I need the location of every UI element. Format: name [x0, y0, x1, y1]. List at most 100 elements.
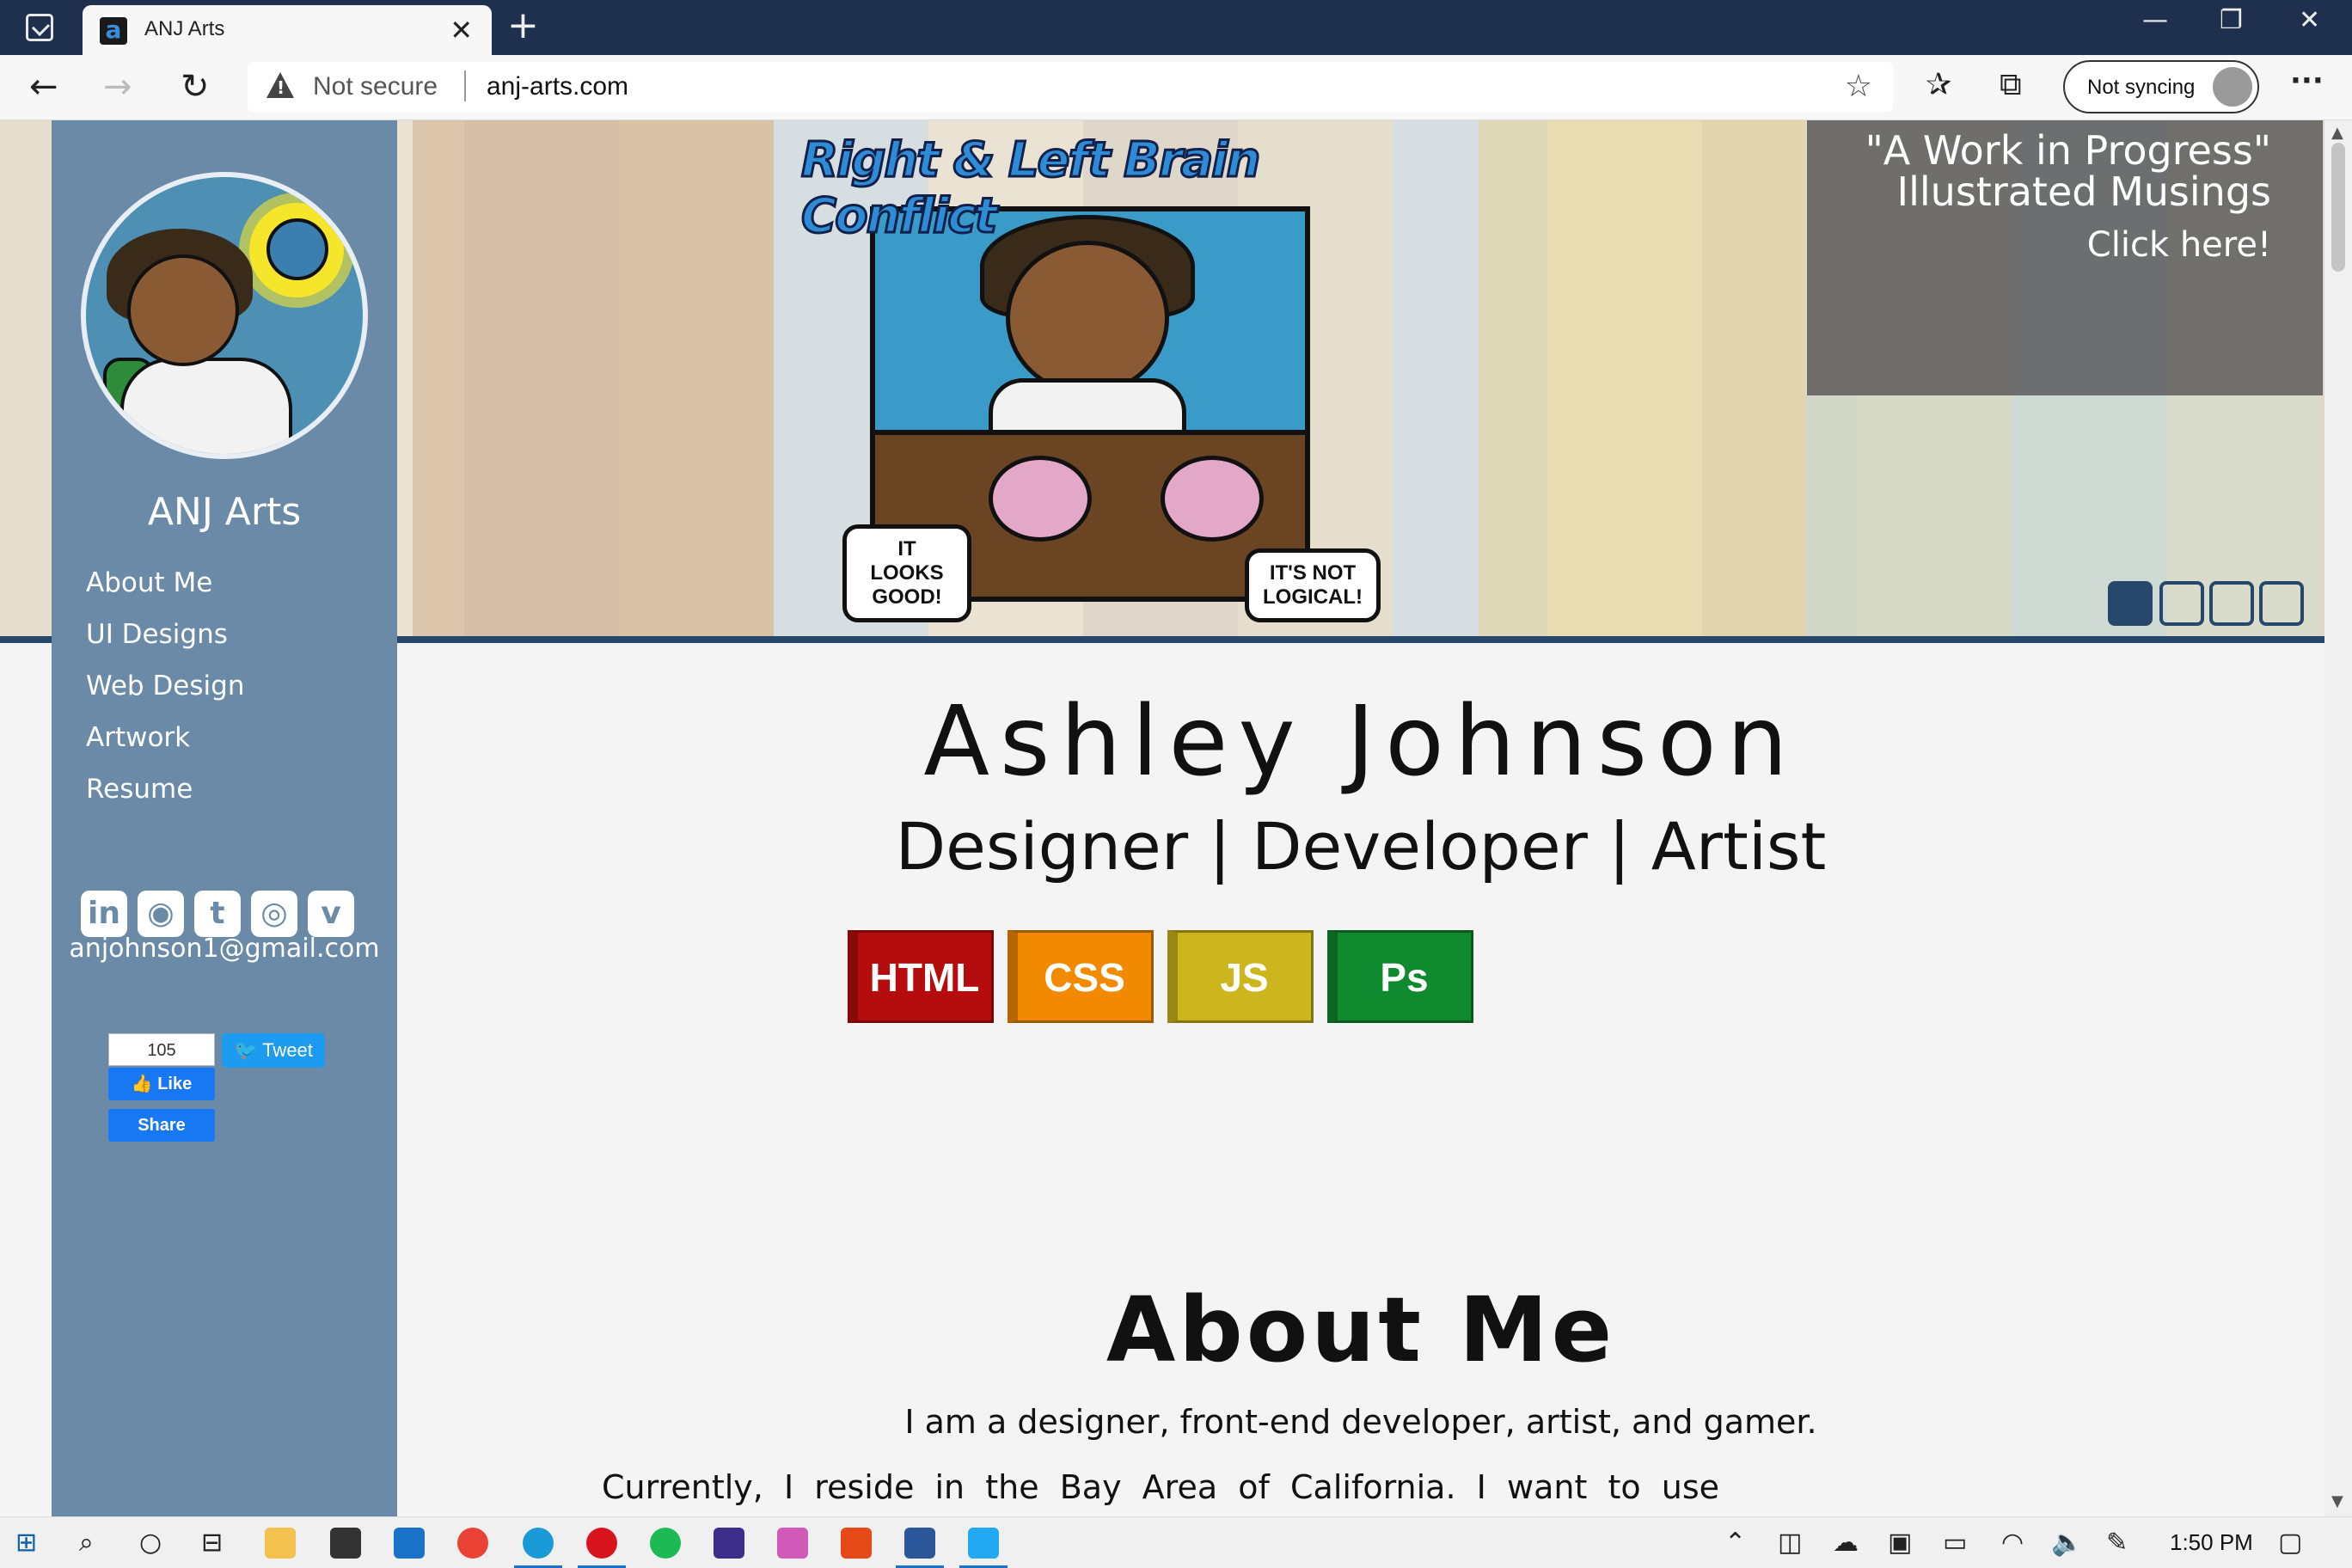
- vscode-icon[interactable]: [968, 1528, 999, 1559]
- slide-dot-3[interactable]: [2209, 581, 2254, 626]
- sync-label: Not syncing: [2087, 76, 2196, 99]
- nav-ui-designs[interactable]: UI Designs: [86, 619, 228, 650]
- warning-icon: [266, 72, 294, 98]
- comic-face: [1006, 241, 1169, 395]
- profile-avatar: [2213, 67, 2252, 107]
- promo-link[interactable]: Click here!: [2087, 225, 2271, 265]
- fb-share-button[interactable]: Share: [108, 1109, 215, 1142]
- notifications-icon[interactable]: ▢: [2278, 1528, 2302, 1558]
- cortana-icon[interactable]: ○: [139, 1528, 162, 1558]
- fb-like-label: Like: [157, 1075, 193, 1093]
- tab-actions-icon[interactable]: [26, 14, 53, 41]
- mail-icon[interactable]: [394, 1528, 425, 1559]
- linkedin-icon[interactable]: in: [81, 891, 127, 937]
- banner-panel: [1479, 120, 1805, 636]
- address-bar[interactable]: Not secure anj-arts.com ☆: [248, 62, 1893, 112]
- tumblr-icon[interactable]: t: [194, 891, 241, 937]
- brain-icon: [989, 456, 1092, 542]
- tab-title: ANJ Arts: [144, 17, 225, 40]
- chrome-icon[interactable]: [457, 1528, 488, 1559]
- github-icon[interactable]: ◉: [138, 891, 184, 937]
- restore-icon[interactable]: ❐: [2220, 5, 2243, 35]
- avatar-shirt: [120, 358, 292, 454]
- back-icon[interactable]: ←: [29, 67, 58, 107]
- comic-title: Right & Left Brain Conflict: [800, 132, 1262, 246]
- speech-bubble-right: IT'S NOT LOGICAL!: [1245, 548, 1381, 622]
- comic-slide[interactable]: Right & Left Brain Conflict IT LOOKS GOO…: [791, 120, 1461, 636]
- scroll-down-icon[interactable]: ▼: [2331, 1492, 2343, 1510]
- word-icon[interactable]: [904, 1528, 935, 1559]
- twitter-bird-icon: 🐦: [234, 1039, 258, 1061]
- fb-like-button[interactable]: 👍 Like: [108, 1068, 215, 1100]
- close-tab-icon[interactable]: ✕: [450, 14, 473, 46]
- nav-artwork[interactable]: Artwork: [86, 722, 190, 753]
- skill-badge-js: JS: [1167, 930, 1314, 1023]
- avatar: [81, 172, 368, 459]
- office-icon[interactable]: [841, 1528, 872, 1559]
- forward-icon[interactable]: →: [103, 67, 132, 107]
- store-icon[interactable]: [330, 1528, 361, 1559]
- add-favorite-icon[interactable]: ☆: [1845, 69, 1872, 104]
- tweet-label: Tweet: [262, 1039, 313, 1061]
- site-favicon-icon: a: [100, 17, 127, 45]
- meet-now-icon[interactable]: ◫: [1778, 1528, 1802, 1558]
- brand-name[interactable]: ANJ Arts: [52, 490, 397, 534]
- instagram-icon[interactable]: ◎: [251, 891, 297, 937]
- onedrive-icon[interactable]: ☁: [1833, 1528, 1859, 1558]
- page-viewport: Right & Left Brain Conflict IT LOOKS GOO…: [0, 120, 2352, 1516]
- about-heading: About Me: [1106, 1277, 1616, 1382]
- slide-dot-4[interactable]: [2259, 581, 2304, 626]
- scroll-thumb[interactable]: [2331, 143, 2345, 272]
- spotify-icon[interactable]: [650, 1528, 681, 1559]
- windows-start-icon[interactable]: ⊞: [15, 1528, 37, 1558]
- browser-toolbar: ← → ↻ Not secure anj-arts.com ☆ ✰ ⧉ Not …: [0, 55, 2352, 120]
- nav-web-design[interactable]: Web Design: [86, 671, 244, 701]
- new-tab-icon[interactable]: +: [507, 3, 539, 47]
- browser-tab[interactable]: a ANJ Arts ✕: [83, 5, 492, 55]
- promo-title: "A Work in Progress": [1865, 127, 2271, 174]
- vimeo-icon[interactable]: v: [308, 891, 354, 937]
- minimize-icon[interactable]: —: [2142, 5, 2168, 35]
- close-window-icon[interactable]: ✕: [2299, 5, 2320, 35]
- address-divider: [464, 70, 466, 101]
- slide-dot-1[interactable]: [2108, 581, 2153, 626]
- more-options-icon[interactable]: ···: [2290, 64, 2324, 98]
- nav-resume[interactable]: Resume: [86, 774, 193, 805]
- browser-titlebar: a ANJ Arts ✕ + — ❐ ✕: [0, 0, 2352, 55]
- page-scrollbar[interactable]: ▲ ▼: [2324, 120, 2352, 1516]
- email-link[interactable]: anjohnson1@gmail.com: [52, 934, 397, 964]
- security-status[interactable]: Not secure: [313, 72, 438, 101]
- file-explorer-icon[interactable]: [265, 1528, 296, 1559]
- show-hidden-icons-icon[interactable]: ⌃: [1724, 1528, 1746, 1558]
- pen-icon[interactable]: ✎: [2106, 1528, 2128, 1558]
- slide-dot-2[interactable]: [2159, 581, 2204, 626]
- taskbar-clock[interactable]: 1:50 PM: [2170, 1529, 2253, 1556]
- collections-icon[interactable]: ⧉: [2000, 67, 2022, 103]
- banner-panel: [413, 120, 774, 636]
- url-text[interactable]: anj-arts.com: [487, 72, 628, 101]
- promo-subtitle: Illustrated Musings: [1896, 168, 2271, 215]
- about-lead: I am a designer, front-end developer, ar…: [904, 1403, 1817, 1441]
- edge-icon[interactable]: [523, 1528, 554, 1559]
- favorites-icon[interactable]: ✰: [1926, 67, 1951, 102]
- tweet-button[interactable]: 🐦 Tweet: [222, 1033, 325, 1068]
- nav-about-me[interactable]: About Me: [86, 567, 212, 598]
- scroll-up-icon[interactable]: ▲: [2331, 124, 2343, 142]
- opera-icon[interactable]: [586, 1528, 617, 1559]
- avatar-face: [127, 254, 239, 366]
- promo-overlay[interactable]: "A Work in Progress" Illustrated Musings…: [1807, 120, 2323, 395]
- skill-badge-ps: Ps: [1327, 930, 1473, 1023]
- photo-app-icon[interactable]: [777, 1528, 808, 1559]
- security-tray-icon[interactable]: ▣: [1888, 1528, 1912, 1558]
- battery-icon[interactable]: ▭: [1943, 1528, 1967, 1558]
- sync-button[interactable]: Not syncing: [2063, 60, 2259, 113]
- skill-badge-css: CSS: [1008, 930, 1154, 1023]
- thumbs-up-icon: 👍: [131, 1075, 153, 1093]
- volume-icon[interactable]: 🔈: [2051, 1528, 2083, 1558]
- amazon-music-icon[interactable]: [714, 1528, 744, 1559]
- refresh-icon[interactable]: ↻: [181, 67, 210, 107]
- wifi-icon[interactable]: ◠: [2001, 1528, 2024, 1558]
- task-view-icon[interactable]: ⊟: [201, 1528, 223, 1558]
- search-icon[interactable]: ⌕: [79, 1528, 94, 1558]
- brain-icon: [1161, 456, 1264, 542]
